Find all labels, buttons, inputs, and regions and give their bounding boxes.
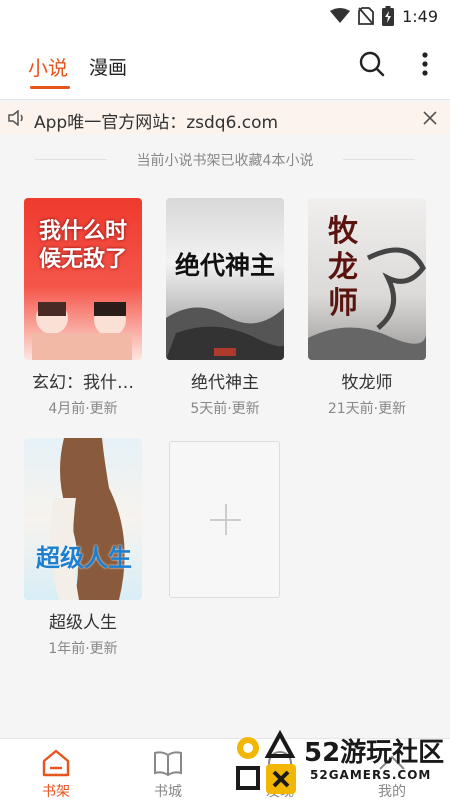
tab-comic[interactable]: 漫画	[89, 53, 127, 80]
close-icon[interactable]	[423, 111, 437, 125]
nav-label: 书架	[42, 784, 70, 800]
book-update-time: 21天前·更新	[327, 401, 407, 417]
watermark-name: 52游玩社区	[304, 738, 445, 768]
search-icon[interactable]	[358, 50, 386, 78]
plus-icon-vertical	[225, 504, 227, 535]
book-cover[interactable]: 绝代神主	[166, 198, 284, 360]
book-update-time: 5天前·更新	[190, 401, 260, 417]
nav-bookstore[interactable]: 书城	[112, 739, 224, 800]
watermark-url: 52GAMERS.COM	[310, 768, 432, 782]
wifi-icon	[330, 8, 351, 23]
status-icons: 1:49	[330, 6, 438, 26]
cover-title: 牧龙师	[328, 214, 358, 321]
book-cover[interactable]: 牧龙师	[308, 198, 426, 360]
speaker-icon	[8, 110, 23, 126]
notice-bar: App唯一官方网站：zsdq6.com	[0, 102, 450, 134]
shelf-count-text: 当前小说书架已收藏4本小说	[136, 153, 314, 169]
book-cover[interactable]: 超级人生	[24, 438, 142, 600]
cover-title: 超级人生	[36, 544, 132, 572]
app-header: 小说 漫画	[0, 32, 450, 100]
cover-title: 绝代神主	[174, 251, 275, 280]
notice-text: App唯一官方网站：zsdq6.com	[34, 113, 279, 133]
status-time: 1:49	[402, 6, 438, 26]
bookshelf-icon	[42, 749, 70, 777]
book-item[interactable]: 超级人生 超级人生 1年前·更新	[24, 438, 142, 658]
shelf-info: 当前小说书架已收藏4本小说	[0, 150, 450, 170]
divider-right	[343, 159, 415, 160]
gamepad-logo-icon	[236, 729, 296, 794]
book-title: 超级人生	[49, 613, 117, 633]
book-icon	[154, 751, 182, 777]
book-title: 绝代神主	[191, 373, 259, 393]
book-item[interactable]: 绝代神主 绝代神主 5天前·更新	[166, 198, 284, 418]
book-title: 玄幻：我什…	[32, 373, 134, 393]
book-item[interactable]: 我什么时候无敌了 玄幻：我什… 4月前·更新	[24, 198, 142, 418]
nav-label: 书城	[154, 784, 182, 800]
book-update-time: 1年前·更新	[48, 641, 118, 657]
battery-charging-icon	[382, 6, 395, 26]
book-update-time: 4月前·更新	[48, 401, 118, 417]
book-cover[interactable]: 我什么时候无敌了	[24, 198, 142, 360]
add-book-button[interactable]	[169, 441, 280, 598]
cover-art	[50, 438, 125, 600]
tab-novel[interactable]: 小说	[28, 52, 68, 81]
watermark-logo: 52游玩社区 52GAMERS.COM	[232, 728, 450, 800]
nav-bookshelf[interactable]: 书架	[0, 739, 112, 800]
book-item[interactable]: 牧龙师 牧龙师 21天前·更新	[308, 198, 426, 418]
cover-title: 我什么时候无敌了	[38, 219, 127, 272]
book-title: 牧龙师	[341, 373, 393, 393]
no-sim-icon	[358, 7, 374, 25]
active-tab-indicator	[30, 86, 70, 89]
status-bar: 1:49	[0, 0, 450, 32]
more-menu-icon[interactable]	[415, 50, 435, 78]
